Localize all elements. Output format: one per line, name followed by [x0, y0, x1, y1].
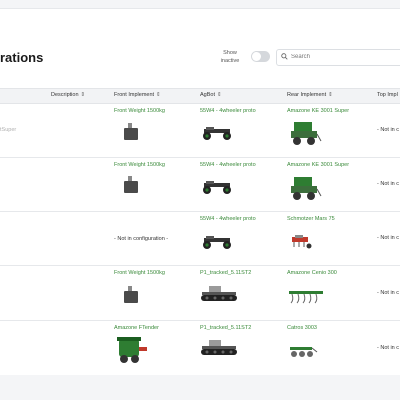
- show-inactive-toggle[interactable]: [251, 51, 270, 62]
- column-header-label: Top Impl: [377, 92, 398, 98]
- column-header-label: Rear Implement: [287, 92, 327, 98]
- front-implement-value: - Not in configuration -: [114, 236, 169, 242]
- rear-implement-link[interactable]: Catros 3003: [287, 325, 317, 331]
- column-header-front-implement[interactable]: Front Implement ⇕: [114, 92, 161, 98]
- column-header-label: AgBot: [200, 92, 215, 98]
- top-implement-value: - Not in c: [377, 181, 400, 187]
- table-header: Description ⇕ Front Implement ⇕ AgBot ⇕ Rea…: [0, 88, 400, 104]
- front-weight-image: [124, 176, 138, 193]
- search-icon: [281, 53, 288, 60]
- rear-seeder-image: [291, 122, 322, 145]
- search-input[interactable]: [291, 51, 391, 63]
- toggle-knob: [252, 52, 261, 61]
- front-tender-image: [117, 337, 147, 363]
- front-weight-image: [124, 123, 138, 140]
- agbot-wheeled-image: [203, 236, 231, 249]
- agbot-link[interactable]: P1_tracked_5.11ST2: [200, 270, 251, 276]
- search-box[interactable]: [276, 49, 400, 66]
- column-header-top-implement[interactable]: Top Impl: [377, 92, 398, 98]
- column-header-label: Front Implement: [114, 92, 155, 98]
- top-implement-value: - Not in c: [377, 290, 400, 296]
- page-title: rations: [0, 50, 44, 65]
- agbot-link[interactable]: P1_tracked_5.11ST2: [200, 325, 251, 331]
- front-implement-link[interactable]: Front Weight 1500kg: [114, 162, 165, 168]
- row-description-fragment: tSuper: [0, 127, 17, 133]
- table-row[interactable]: Amazone FTender P1_tracked_5.11ST2 Catro…: [0, 321, 400, 374]
- table-row[interactable]: - Not in configuration - 55W4 - 4wheeler…: [0, 212, 400, 266]
- column-header-description[interactable]: Description ⇕: [51, 92, 85, 98]
- rear-cultivator-image: [289, 291, 323, 304]
- sort-icon: ⇕: [80, 92, 86, 98]
- sort-icon: ⇕: [328, 92, 333, 98]
- agbot-link[interactable]: 55W4 - 4wheeler proto: [200, 162, 256, 168]
- top-implement-value: - Not in c: [377, 345, 400, 351]
- rear-disc-harrow-image: [290, 347, 318, 357]
- sort-icon: ⇕: [156, 92, 161, 98]
- table-row[interactable]: Front Weight 1500kg 55W4 - 4wheeler prot…: [0, 158, 400, 212]
- front-implement-link[interactable]: Amazone FTender: [114, 325, 159, 331]
- rear-implement-link[interactable]: Amazone KE 3001 Super: [287, 108, 349, 114]
- rear-implement-link[interactable]: Amazone KE 3001 Super: [287, 162, 349, 168]
- rear-implement-link[interactable]: Schmotzer Mars 75: [287, 216, 335, 222]
- front-implement-link[interactable]: Front Weight 1500kg: [114, 270, 165, 276]
- show-inactive-label: Show inactive: [220, 50, 240, 64]
- column-header-label: Description: [51, 92, 79, 98]
- agbot-wheeled-image: [203, 127, 231, 140]
- front-weight-image: [124, 286, 138, 303]
- rear-seeder-image: [291, 177, 322, 200]
- agbot-link[interactable]: 55W4 - 4wheeler proto: [200, 216, 256, 222]
- agbot-wheeled-image: [203, 181, 231, 194]
- column-header-rear-implement[interactable]: Rear Implement ⇕: [287, 92, 333, 98]
- rear-implement-link[interactable]: Amazone Cenio 300: [287, 270, 337, 276]
- agbot-link[interactable]: 55W4 - 4wheeler proto: [200, 108, 256, 114]
- agbot-tracked-image: [201, 286, 237, 301]
- table-row[interactable]: tSuper Front Weight 1500kg 55W4 - 4wheel…: [0, 103, 400, 158]
- top-implement-value: - Not in c: [377, 235, 400, 241]
- sort-icon: ⇕: [216, 92, 222, 98]
- table-row[interactable]: Front Weight 1500kg P1_tracked_5.11ST2 A…: [0, 266, 400, 321]
- agbot-tracked-image: [201, 340, 237, 355]
- front-implement-link[interactable]: Front Weight 1500kg: [114, 108, 165, 114]
- column-header-agbot[interactable]: AgBot ⇕: [200, 92, 222, 98]
- top-implement-value: - Not in c: [377, 127, 400, 133]
- rear-hoe-image: [292, 235, 312, 249]
- top-strip: [0, 0, 400, 8]
